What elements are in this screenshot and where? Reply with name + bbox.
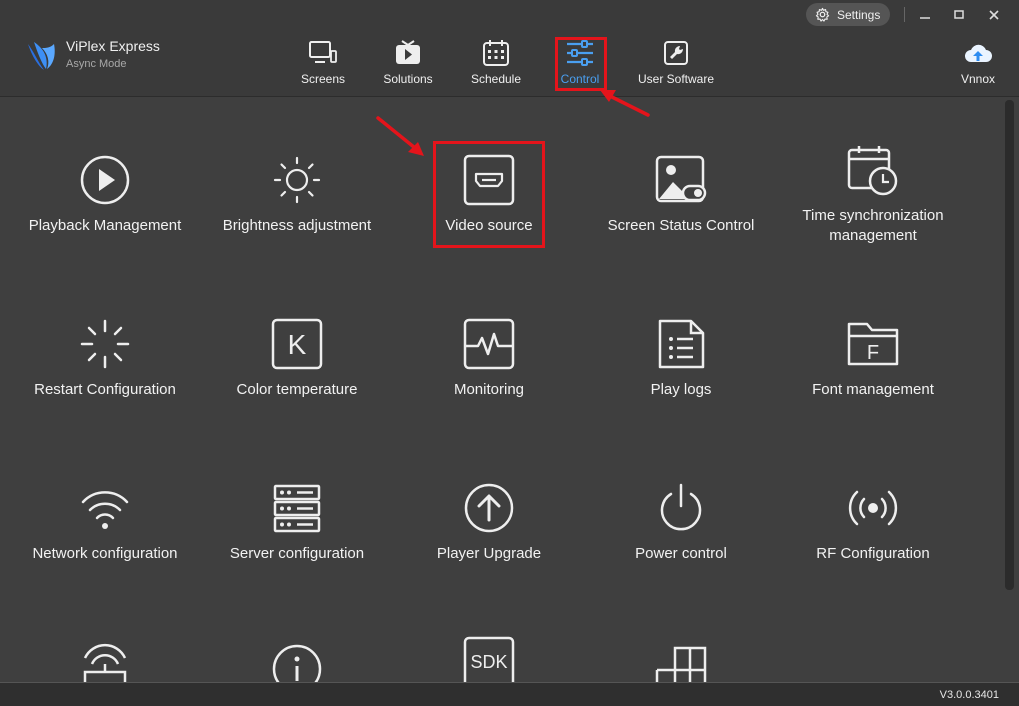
vertical-scrollbar[interactable] [1005, 100, 1014, 590]
maximize-icon [954, 10, 964, 19]
tile-label-line-2: management [829, 227, 917, 244]
screen-status-icon [655, 155, 707, 203]
nav-vnnox-label: Vnnox [960, 72, 996, 86]
tile-router[interactable] [9, 638, 201, 682]
tile-label-line-1: Time synchronization [802, 207, 944, 224]
tile-playback-management[interactable]: Playback Management [9, 154, 201, 236]
nav-vnnox[interactable]: Vnnox [956, 38, 1000, 86]
status-bar: V3.0.0.3401 [0, 682, 1019, 706]
tile-screen-status-control[interactable]: Screen Status Control [585, 154, 777, 236]
loading-spinner-icon [80, 319, 130, 369]
tile-label: Power control [635, 545, 727, 562]
minimize-button[interactable] [913, 4, 937, 26]
maximize-button[interactable] [947, 4, 971, 26]
nav-user-software[interactable]: User Software [636, 38, 716, 86]
color-temperature-icon: K [271, 318, 323, 370]
tile-label: Monitoring [453, 381, 525, 398]
tile-label: Play logs [650, 381, 712, 398]
document-list-icon [658, 319, 705, 369]
tile-label: Player Upgrade [436, 545, 542, 562]
calendar-icon [483, 40, 509, 66]
top-bar: ViPlex Express Async Mode Settings Scree… [0, 0, 1019, 97]
tile-layout[interactable] [585, 646, 777, 682]
power-icon [660, 483, 702, 531]
tile-label: Playback Management [28, 217, 182, 234]
tile-play-logs[interactable]: Play logs [585, 318, 777, 400]
gear-icon [815, 7, 830, 22]
nav-solutions[interactable]: Solutions [380, 38, 436, 86]
close-icon [989, 10, 999, 20]
tile-information[interactable] [201, 643, 393, 682]
tile-player-upgrade[interactable]: Player Upgrade [393, 482, 585, 564]
font-folder-icon: F [847, 322, 899, 366]
nav-schedule[interactable]: Schedule [468, 38, 524, 86]
tile-label: Server configuration [229, 545, 365, 562]
info-circle-icon [272, 644, 322, 682]
window-divider [904, 7, 905, 22]
monitor-icon [309, 41, 337, 63]
tile-monitoring[interactable]: Monitoring [393, 318, 585, 400]
tile-rf-configuration[interactable]: RF Configuration [777, 482, 969, 564]
settings-label: Settings [837, 7, 881, 22]
arrow-to-video-source-icon [376, 116, 424, 156]
tile-label: Brightness adjustment [222, 217, 372, 234]
tile-time-synchronization[interactable]: Time synchronization management [777, 144, 969, 246]
nav-solutions-label: Solutions [383, 72, 433, 86]
tile-network-configuration[interactable]: Network configuration [9, 482, 201, 564]
app-mode: Async Mode [66, 58, 127, 70]
control-highlight-box [555, 37, 607, 91]
tile-label: RF Configuration [816, 545, 930, 562]
tile-label: Color temperature [236, 381, 358, 398]
tile-server-configuration[interactable]: Server configuration [201, 482, 393, 564]
sdk-text: SDK [470, 652, 507, 672]
tile-label: Font management [812, 381, 934, 398]
upload-arrow-circle-icon [464, 483, 514, 533]
tile-restart-configuration[interactable]: Restart Configuration [9, 318, 201, 400]
play-screen-icon [396, 40, 420, 64]
tile-brightness-adjustment[interactable]: Brightness adjustment [201, 154, 393, 236]
nav-schedule-label: Schedule [470, 72, 522, 86]
sdk-icon: SDK [463, 636, 515, 682]
tile-color-temperature[interactable]: K Color temperature [201, 318, 393, 400]
nav-screens[interactable]: Screens [298, 38, 348, 86]
viplex-logo-icon [28, 42, 55, 70]
server-icon [273, 484, 321, 533]
play-circle-icon [80, 155, 130, 205]
tile-label: Screen Status Control [607, 217, 755, 234]
tile-font-management[interactable]: F Font management [777, 318, 969, 400]
version-label: V3.0.0.3401 [939, 689, 999, 701]
wrench-icon [664, 41, 688, 65]
tile-sdk[interactable]: SDK [393, 636, 585, 682]
cloud-upload-icon [965, 44, 992, 62]
video-source-highlight-box [433, 141, 545, 248]
grid-layout-icon [655, 646, 707, 682]
router-antenna-icon [83, 643, 127, 682]
k-letter: K [288, 329, 307, 360]
close-button[interactable] [982, 4, 1006, 26]
arrow-to-control-icon [600, 90, 650, 117]
heartbeat-monitor-icon [463, 318, 515, 370]
nav-screens-label: Screens [300, 72, 346, 86]
wifi-icon [81, 491, 129, 529]
tile-label: Network configuration [32, 545, 178, 562]
f-letter: F [867, 342, 879, 364]
nav-user-software-label: User Software [637, 72, 715, 86]
minimize-icon [920, 17, 930, 19]
calendar-clock-icon [847, 146, 898, 196]
app-name: ViPlex Express [66, 38, 160, 54]
radio-signal-icon [848, 490, 898, 526]
sun-icon [273, 156, 321, 204]
tile-power-control[interactable]: Power control [585, 482, 777, 564]
settings-button[interactable]: Settings [806, 3, 890, 26]
tile-label: Restart Configuration [34, 381, 176, 398]
